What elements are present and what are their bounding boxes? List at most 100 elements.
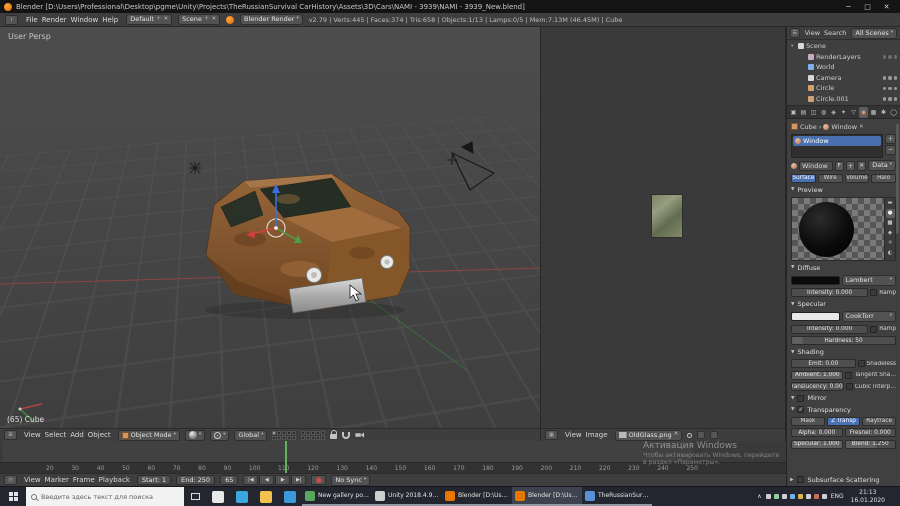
tray-icon[interactable]	[765, 494, 771, 499]
collapse-triangle-icon[interactable]: ▼	[791, 407, 794, 412]
preview-monkey-button[interactable]: ◆	[886, 229, 895, 238]
collapse-triangle-icon[interactable]: ▼	[791, 302, 794, 307]
outliner-row[interactable]: Circle	[789, 83, 898, 94]
outliner[interactable]: ☰ View Search All Scenes ▾ ▾ Scene Rende…	[787, 27, 900, 106]
outliner-menu-item[interactable]: View	[803, 29, 822, 37]
pivot-selector[interactable]: ▾	[210, 429, 230, 441]
outliner-row[interactable]: Circle.001	[789, 94, 898, 105]
outliner-row[interactable]: ▾ Scene	[789, 41, 898, 52]
task-view-button[interactable]	[184, 487, 206, 506]
timeline-menu-item[interactable]: Playback	[97, 476, 132, 484]
timeline-ruler[interactable]: 20 30 40 50 60 70 80 90 100 110 120 130 140 150 160 170…	[0, 462, 786, 473]
alpha-slider[interactable]: Alpha: 0.000	[791, 428, 843, 437]
timeline-track[interactable]: 20 30 40 50 60 70 80 90 100 110 120 130 140 150 160 170…	[0, 441, 786, 473]
unlink-material-button[interactable]: ✕	[857, 160, 867, 171]
collapse-triangle-icon[interactable]: ▼	[790, 478, 795, 481]
outliner-row[interactable]: World	[789, 62, 898, 73]
tray-icon[interactable]	[773, 494, 779, 499]
preview-sphere-button[interactable]: ●	[885, 208, 895, 218]
transport-button[interactable]: ▶	[275, 475, 291, 485]
properties-editor[interactable]: ▣ ▤ ◫ ◍ ◈ ✦ ▽ ◉ ▦ ✱ ◯ Cube › Window ✕ Wi…	[787, 106, 900, 486]
material-type-button[interactable]: Wire	[817, 173, 843, 183]
remove-scene-icon[interactable]: ✕	[211, 16, 216, 23]
translucency-slider[interactable]: Translucency: 0.000	[791, 382, 844, 391]
timeline[interactable]: 20 30 40 50 60 70 80 90 100 110 120 130 140 150 160 170…	[0, 441, 786, 486]
specular-shader-selector[interactable]: CookTorr ▾	[841, 311, 896, 322]
outliner-scope-selector[interactable]: All Scenes ▾	[851, 27, 897, 39]
taskbar-clock[interactable]: 21:13 16.01.2020	[848, 489, 888, 503]
shadeless-checkbox[interactable]	[857, 360, 865, 367]
screen-layout-selector[interactable]: Default ＋ ✕	[126, 14, 173, 25]
tray-icon[interactable]	[789, 494, 795, 499]
outliner-item-label[interactable]: RenderLayers	[816, 53, 861, 61]
taskbar-search-input[interactable]: Введите здесь текст для поиска	[26, 487, 184, 506]
hardness-slider[interactable]: Hardness: 50	[791, 336, 896, 345]
specular-color-swatch[interactable]	[791, 312, 840, 321]
properties-tab[interactable]: ▦	[869, 107, 878, 118]
fake-user-button[interactable]: F	[834, 160, 844, 171]
taskbar-window-button[interactable]: Blender [D:\Users\...	[512, 487, 582, 506]
image-editor-menu-item[interactable]: Image	[584, 431, 610, 439]
viewport-3d[interactable]: User Persp (65) Cube ⊞ View Select Add Obje…	[0, 27, 541, 441]
transport-button[interactable]: ◀	[259, 475, 275, 485]
transparency-mode-button[interactable]: Z Transp	[826, 416, 861, 426]
blend-slider[interactable]: Blend: 1.250	[844, 439, 896, 449]
diffuse-ramp-checkbox[interactable]	[870, 289, 878, 296]
editor-type-timeline-icon[interactable]: ◷	[4, 475, 17, 485]
diffuse-intensity-slider[interactable]: Intensity: 0.000	[791, 288, 869, 297]
properties-tab[interactable]: ▣	[789, 107, 798, 118]
transparency-mode-button[interactable]: Mask	[791, 416, 825, 426]
properties-tab[interactable]: ◫	[809, 107, 818, 118]
viewport-menu-item[interactable]: Add	[68, 431, 86, 439]
properties-tab[interactable]: ◍	[819, 107, 828, 118]
material-name-field[interactable]: Window	[799, 160, 833, 171]
mirror-section-header[interactable]: ▼ Mirror	[791, 394, 896, 403]
playhead[interactable]	[285, 441, 287, 473]
pinned-app-button[interactable]	[230, 487, 254, 506]
timeline-menu-item[interactable]: Marker	[43, 476, 71, 484]
collapse-triangle-icon[interactable]: ▼	[791, 265, 794, 270]
add-scene-icon[interactable]: ＋	[204, 16, 210, 23]
sss-section-header[interactable]: ▼ Subsurface Scattering	[790, 475, 896, 484]
transparency-checkbox[interactable]: ✓	[797, 406, 805, 413]
transport-button[interactable]: |◀	[243, 475, 259, 485]
menu-item[interactable]: Render	[40, 16, 69, 24]
transport-button[interactable]: ▶|	[291, 475, 307, 485]
mirror-checkbox[interactable]	[797, 394, 805, 402]
image-editor[interactable]: ▦ View Image OldGlass.png ✕	[541, 27, 786, 441]
transform-orientation-selector[interactable]: Global ▾	[234, 429, 268, 441]
outliner-row[interactable]: Camera	[789, 73, 898, 84]
sss-checkbox[interactable]	[797, 476, 805, 483]
menu-item[interactable]: File	[24, 16, 40, 24]
properties-tab[interactable]: ▽	[849, 107, 858, 118]
viewport-canvas[interactable]: User Persp (65) Cube	[0, 27, 540, 428]
pinned-app-button[interactable]	[278, 487, 302, 506]
specular-ramp-checkbox[interactable]	[870, 325, 878, 333]
material-slot-list[interactable]: Window	[791, 133, 883, 158]
viewport-menu-item[interactable]: View	[22, 431, 43, 439]
menu-item[interactable]: Help	[100, 16, 120, 24]
transparency-section-header[interactable]: ▼ ✓ Transparency	[791, 405, 896, 414]
layers-grid-1[interactable]	[272, 430, 297, 440]
start-frame-field[interactable]: Start: 1	[136, 475, 172, 485]
properties-tab[interactable]: ◯	[889, 107, 898, 118]
preview-section-header[interactable]: ▼ Preview	[791, 185, 896, 194]
remove-slot-button[interactable]: −	[885, 144, 896, 155]
lock-icon[interactable]	[330, 430, 338, 439]
restriction-toggles[interactable]	[882, 97, 899, 101]
outliner-row[interactable]: RenderLayers	[789, 52, 898, 63]
opengl-render-icon[interactable]	[355, 432, 365, 438]
outliner-item-label[interactable]: Circle.001	[816, 95, 849, 103]
properties-tab[interactable]: ◉	[859, 106, 868, 118]
fresnel-slider[interactable]: Fresnel: 0.000	[844, 428, 896, 437]
collapse-triangle-icon[interactable]: ▼	[791, 350, 794, 355]
timeline-menu-item[interactable]: Frame	[71, 476, 97, 484]
scene-selector[interactable]: Scene ＋ ✕	[178, 14, 221, 25]
outliner-item-label[interactable]: Camera	[816, 74, 842, 82]
timeline-menu-item[interactable]: View	[22, 476, 43, 484]
properties-tab[interactable]: ▤	[799, 107, 808, 118]
minimize-button[interactable]: ─	[839, 3, 858, 11]
outliner-item-label[interactable]: Scene	[806, 42, 826, 50]
language-indicator[interactable]: ENG	[831, 493, 844, 500]
editor-type-outliner-icon[interactable]: ☰	[790, 28, 800, 38]
